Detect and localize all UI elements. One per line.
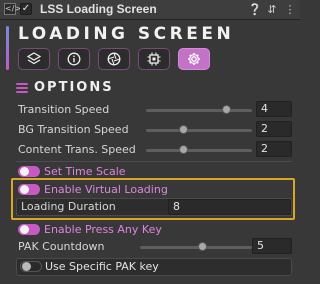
- transition-speed-thumb[interactable]: [221, 105, 231, 114]
- tab-info[interactable]: [58, 48, 90, 70]
- tab-aperture[interactable]: [98, 48, 130, 70]
- component-header: </> ✓ LSS Loading Screen ❔ ⇵ ⋮: [0, 0, 300, 20]
- set-time-scale-toggle[interactable]: [18, 166, 40, 177]
- bg-transition-speed-slider[interactable]: [146, 129, 252, 132]
- options-heading: OPTIONS: [16, 80, 114, 95]
- tab-chip[interactable]: [138, 48, 170, 70]
- aperture-icon: [107, 52, 121, 66]
- divider: [16, 161, 292, 162]
- transition-speed-field[interactable]: 4: [256, 101, 292, 117]
- menu-icon[interactable]: ⋮: [284, 2, 296, 17]
- bg-transition-speed-label: BG Transition Speed: [18, 123, 129, 136]
- tab-settings[interactable]: [178, 48, 210, 70]
- pak-countdown-slider[interactable]: [140, 246, 252, 249]
- pak-countdown-thumb[interactable]: [197, 242, 207, 251]
- script-icon: </>: [4, 3, 22, 15]
- set-time-scale-label: Set Time Scale: [44, 165, 126, 178]
- component-enabled-checkbox[interactable]: ✓: [20, 3, 32, 15]
- panel-title: LOADING SCREEN: [18, 24, 235, 44]
- loading-duration-label: Loading Duration: [21, 200, 116, 213]
- bg-transition-speed-field[interactable]: 2: [256, 121, 292, 137]
- content-trans-speed-field[interactable]: 2: [256, 141, 292, 157]
- pak-countdown-label: PAK Countdown: [18, 240, 105, 253]
- preset-icon[interactable]: ⇵: [266, 2, 278, 17]
- use-specific-pak-key-toggle[interactable]: [20, 261, 42, 272]
- use-specific-pak-key-row: Use Specific PAK key: [16, 258, 292, 276]
- enable-press-any-key-label: Enable Press Any Key: [44, 223, 162, 236]
- enable-virtual-loading-label: Enable Virtual Loading: [44, 183, 168, 196]
- content-trans-speed-slider[interactable]: [146, 149, 252, 152]
- pak-countdown-field[interactable]: 5: [252, 238, 292, 254]
- layers-icon: [27, 52, 41, 65]
- gear-icon: [188, 53, 200, 65]
- loading-duration-field[interactable]: 8: [168, 199, 291, 215]
- tab-layers[interactable]: [18, 48, 50, 70]
- chip-icon: [147, 52, 161, 66]
- transition-speed-row: Transition Speed 4: [16, 101, 292, 119]
- accent-bar: [6, 26, 9, 70]
- transition-speed-slider[interactable]: [146, 109, 252, 112]
- help-icon[interactable]: ❔: [248, 2, 262, 17]
- bg-transition-speed-row: BG Transition Speed 2: [16, 121, 292, 139]
- content-trans-speed-thumb[interactable]: [179, 145, 189, 154]
- enable-press-any-key-row: Enable Press Any Key: [16, 221, 292, 239]
- loading-duration-row: Loading Duration 8: [16, 198, 292, 216]
- bg-transition-speed-thumb[interactable]: [179, 125, 189, 134]
- tab-bar: [18, 48, 210, 70]
- content-trans-speed-row: Content Trans. Speed 2: [16, 141, 292, 159]
- component-title: LSS Loading Screen: [40, 2, 157, 16]
- enable-virtual-loading-toggle[interactable]: [18, 184, 40, 195]
- enable-press-any-key-toggle[interactable]: [18, 224, 40, 235]
- sliders-icon: [16, 82, 28, 93]
- options-heading-label: OPTIONS: [34, 80, 114, 95]
- info-icon: [67, 52, 81, 66]
- content-trans-speed-label: Content Trans. Speed: [18, 143, 136, 156]
- pak-countdown-row: PAK Countdown 5: [16, 238, 292, 256]
- use-specific-pak-key-label: Use Specific PAK key: [45, 260, 159, 273]
- enable-virtual-loading-row: Enable Virtual Loading: [16, 181, 292, 199]
- transition-speed-label: Transition Speed: [18, 103, 110, 116]
